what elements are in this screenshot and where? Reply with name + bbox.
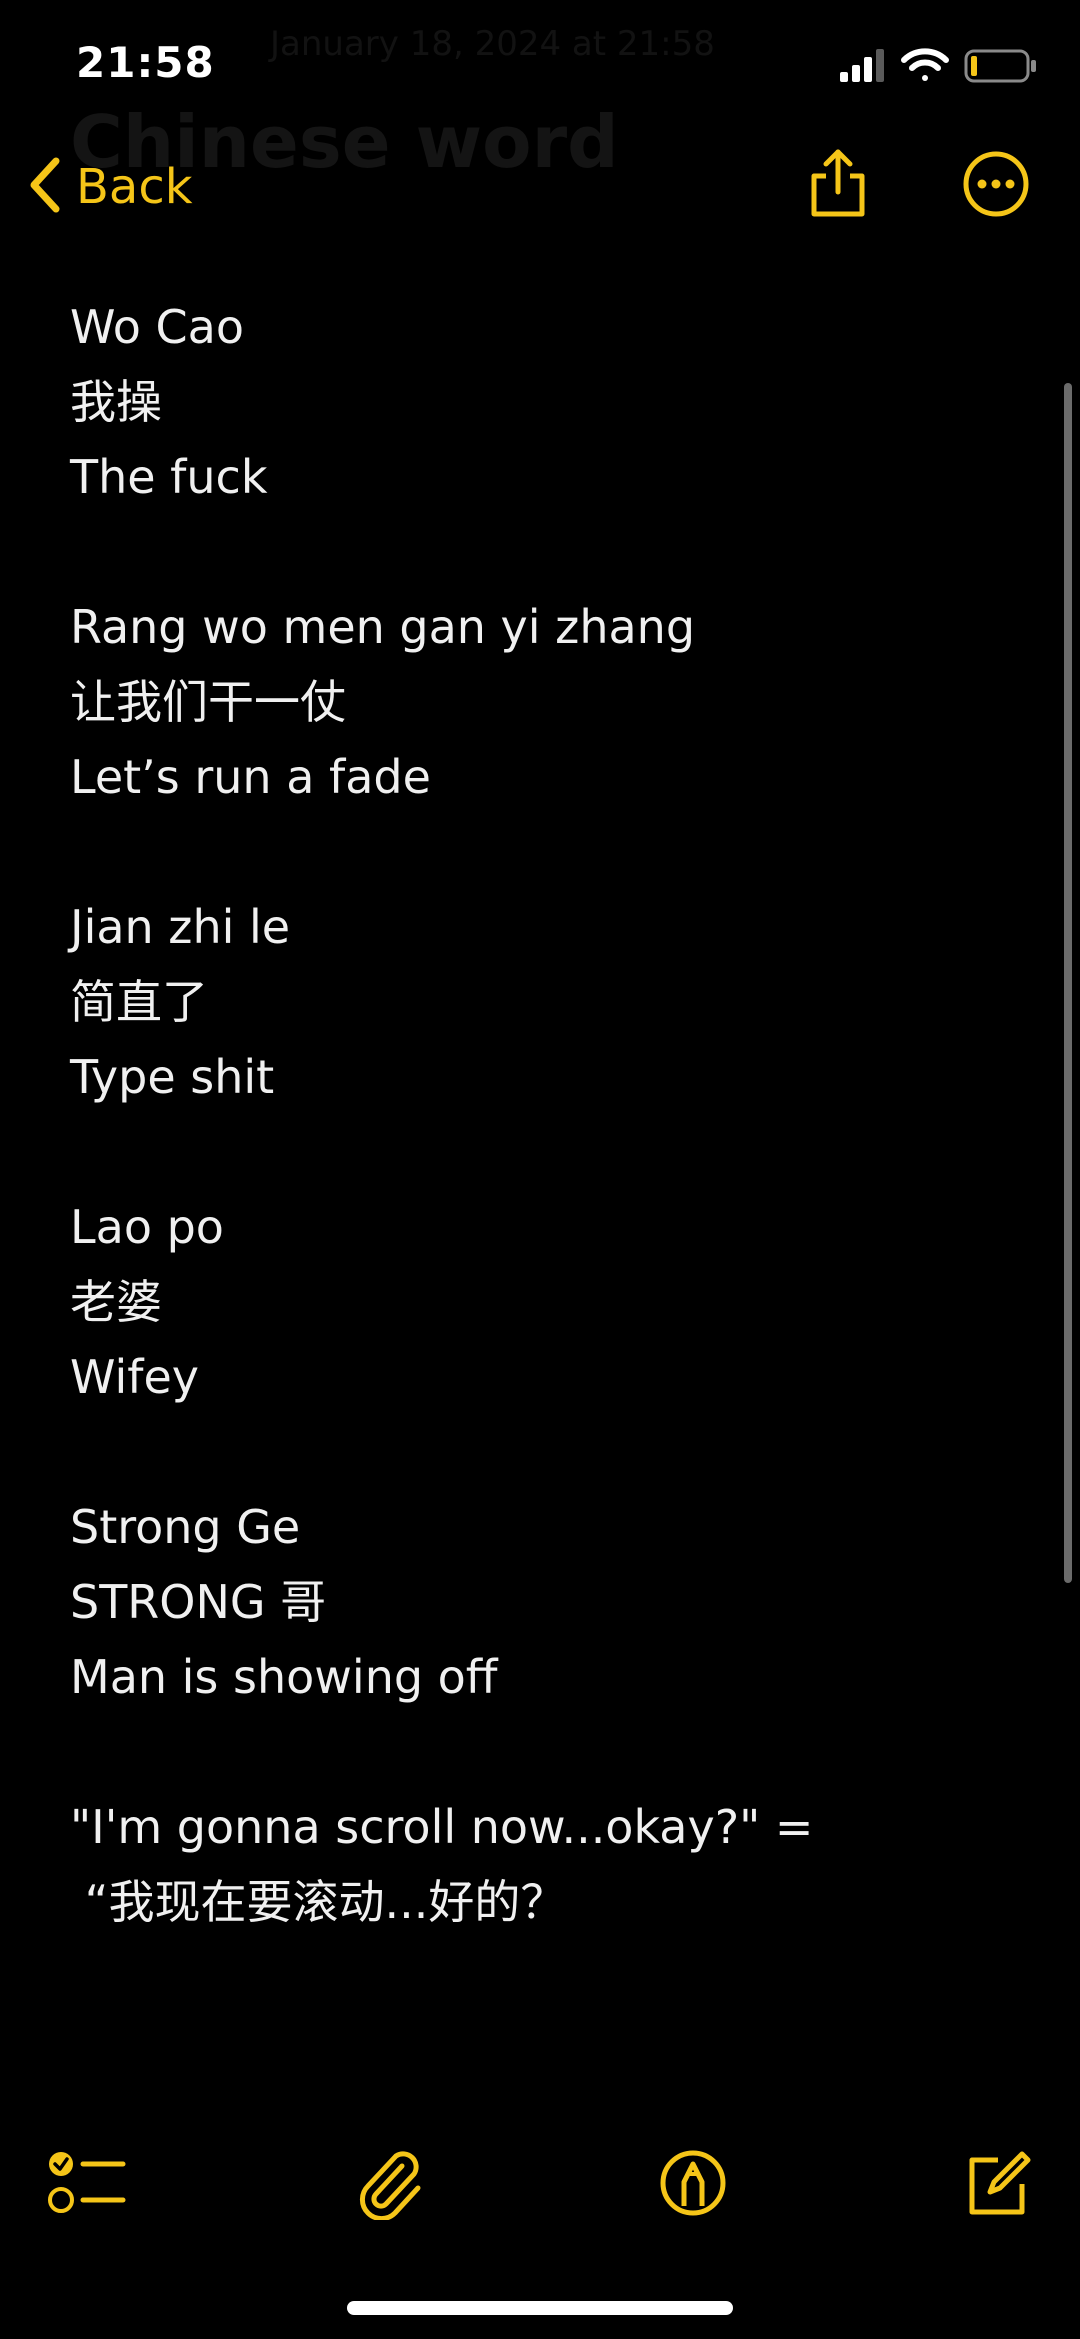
note-line: 老婆 (70, 1275, 162, 1329)
note-line: 简直了 (70, 975, 208, 1029)
note-line: Rang wo men gan yi zhang (70, 600, 696, 654)
chevron-left-icon (26, 155, 66, 219)
note-body[interactable]: Wo Cao 我操 The fuck Rang wo men gan yi zh… (70, 290, 970, 1940)
note-line: STRONG 哥 (70, 1575, 327, 1629)
markup-button[interactable] (648, 2140, 738, 2230)
paperclip-icon (358, 2146, 428, 2224)
note-line: The fuck (70, 450, 268, 504)
note-entry: Jian zhi le 简直了 Type shit (70, 890, 970, 1115)
note-entry: "I'm gonna scroll now...okay?" = “我现在要滚动… (70, 1790, 970, 1940)
note-entry: Wo Cao 我操 The fuck (70, 290, 970, 515)
pen-circle-icon (658, 2148, 728, 2222)
note-line: “我现在要滚动...好的？ (70, 1875, 567, 1929)
note-line: 让我们干一仗 (70, 675, 346, 729)
note-line: Jian zhi le (70, 900, 291, 954)
note-line: Wo Cao (70, 300, 245, 354)
note-line: "I'm gonna scroll now...okay?" = (70, 1800, 814, 1854)
back-label: Back (76, 159, 193, 215)
home-indicator[interactable] (347, 2301, 733, 2315)
scrollbar[interactable] (1064, 383, 1072, 1583)
status-icons (840, 46, 1040, 86)
share-button[interactable] (802, 148, 874, 224)
compose-icon (960, 2146, 1034, 2224)
note-line: 我操 (70, 375, 162, 429)
note-entry: Rang wo men gan yi zhang 让我们干一仗 Let’s ru… (70, 590, 970, 815)
note-blank-line (70, 1415, 970, 1490)
note-line: Strong Ge (70, 1500, 301, 1554)
ellipsis-circle-icon (962, 150, 1030, 222)
more-options-button[interactable] (960, 150, 1032, 222)
note-entry: Strong Ge STRONG 哥 Man is showing off (70, 1490, 970, 1715)
checklist-icon (47, 2148, 127, 2222)
note-entry: Lao po 老婆 Wifey (70, 1190, 970, 1415)
note-line: Let’s run a fade (70, 750, 431, 804)
note-blank-line (70, 1115, 970, 1190)
note-line: Man is showing off (70, 1650, 498, 1704)
battery-icon (964, 49, 1036, 83)
share-icon (806, 148, 870, 224)
note-blank-line (70, 515, 970, 590)
wifi-icon (901, 48, 949, 81)
note-line: Lao po (70, 1200, 224, 1254)
status-time: 21:58 (76, 38, 215, 87)
checklist-button[interactable] (42, 2140, 132, 2230)
attachment-button[interactable] (348, 2140, 438, 2230)
note-line: Wifey (70, 1350, 199, 1404)
note-blank-line (70, 815, 970, 890)
cellular-signal-icon (840, 49, 884, 82)
compose-button[interactable] (952, 2140, 1042, 2230)
note-blank-line (70, 1715, 970, 1790)
back-button[interactable]: Back (26, 155, 193, 219)
note-line: Type shit (70, 1050, 275, 1104)
ghost-note-date: January 18, 2024 at 21:58 (270, 24, 715, 64)
